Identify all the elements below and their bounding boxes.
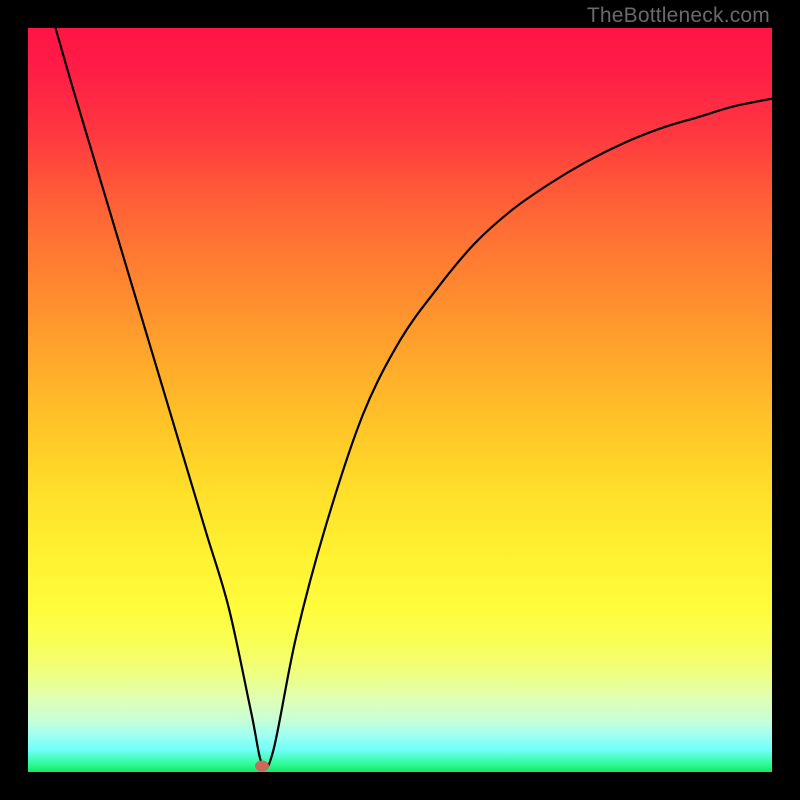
bottleneck-curve <box>56 28 772 768</box>
curve-layer <box>0 0 800 800</box>
minimum-marker-dot <box>255 761 269 772</box>
watermark-text: TheBottleneck.com <box>587 4 770 28</box>
